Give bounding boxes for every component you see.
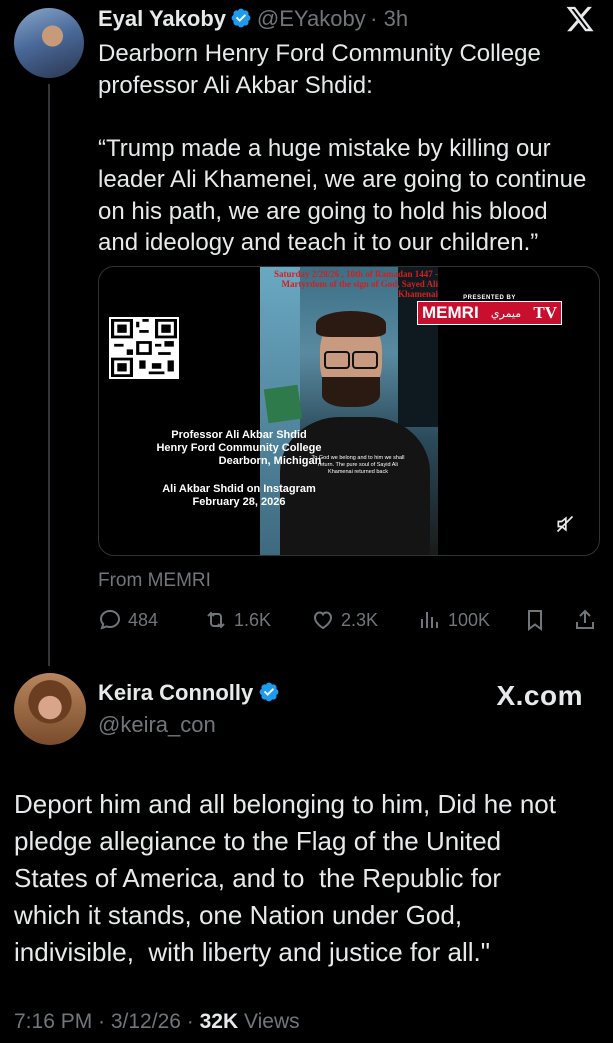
caption-name: Professor Ali Akbar Shdid bbox=[171, 429, 307, 441]
display-name[interactable]: Eyal Yakoby bbox=[98, 6, 226, 31]
views-icon bbox=[421, 612, 438, 628]
overlay-text: To God we belong and to him we shall ret… bbox=[311, 455, 405, 475]
repost-icon bbox=[207, 611, 225, 629]
verified-badge-icon bbox=[232, 8, 251, 28]
tweet-footer: 7:16 PM · 3/12/26 · 32K Views bbox=[14, 1010, 300, 1034]
like-button[interactable]: 2.3K bbox=[311, 608, 378, 632]
handle[interactable]: @keira_con bbox=[98, 712, 216, 738]
bookmark-icon bbox=[528, 610, 542, 631]
timestamp[interactable]: 7:16 PM · 3/12/26 · bbox=[14, 1010, 200, 1033]
verified-badge-icon bbox=[259, 682, 279, 702]
media-source: From MEMRI bbox=[98, 570, 211, 591]
headline-overlay: Saturday 2/28/26 , 10th of Ramadan 1447 … bbox=[273, 269, 438, 299]
muted-audio-icon[interactable] bbox=[555, 514, 575, 534]
caption-college: Henry Ford Community College bbox=[156, 442, 322, 454]
video-media[interactable]: Saturday 2/28/26 , 10th of Ramadan 1447 … bbox=[98, 266, 600, 556]
qr-code bbox=[109, 317, 179, 379]
caption-source-block: Ali Akbar Shdid on Instagram February 28… bbox=[129, 483, 349, 509]
tweet-header: Keira Connolly bbox=[98, 680, 280, 706]
caption-source: Ali Akbar Shdid on Instagram bbox=[162, 483, 316, 495]
tweet-text: Dearborn Henry Ford Community College pr… bbox=[98, 40, 587, 256]
timestamp[interactable]: · 3h bbox=[370, 6, 408, 31]
avatar[interactable] bbox=[14, 8, 84, 78]
bookmark-button[interactable] bbox=[523, 608, 547, 632]
caption-city: Dearborn, Michigan bbox=[218, 455, 322, 467]
video-frame bbox=[260, 267, 438, 555]
tweet-text: Deport him and all belonging to him, Did… bbox=[14, 789, 556, 967]
repost-count: 1.6K bbox=[234, 609, 272, 630]
thread-line bbox=[48, 84, 50, 666]
share-icon bbox=[576, 609, 594, 629]
repost-button[interactable]: 1.6K bbox=[204, 608, 271, 632]
views-button[interactable]: 100K bbox=[418, 608, 490, 632]
x-logo-icon bbox=[566, 6, 594, 32]
avatar[interactable] bbox=[14, 673, 86, 745]
views-count: 100K bbox=[448, 609, 491, 630]
memri-tv-logo: PRESENTED BY MEMRI ميمري TV bbox=[417, 295, 562, 327]
caption-block: Professor Ali Akbar Shdid Henry Ford Com… bbox=[139, 429, 339, 468]
like-count: 2.3K bbox=[341, 609, 379, 630]
reply-count: 484 bbox=[128, 609, 159, 630]
share-button[interactable] bbox=[573, 608, 597, 632]
reply-icon bbox=[99, 609, 121, 630]
handle[interactable]: @EYakoby bbox=[257, 6, 366, 31]
display-name[interactable]: Keira Connolly bbox=[98, 680, 253, 705]
views-count: 32K bbox=[199, 1010, 239, 1033]
views-label: Views bbox=[243, 1010, 300, 1033]
watermark: X.com bbox=[496, 680, 583, 711]
tweet-header: Eyal Yakoby @EYakoby · 3h bbox=[98, 6, 408, 32]
reply-button[interactable]: 484 bbox=[98, 608, 158, 632]
caption-date: February 28, 2026 bbox=[192, 496, 286, 508]
like-icon bbox=[313, 611, 333, 630]
